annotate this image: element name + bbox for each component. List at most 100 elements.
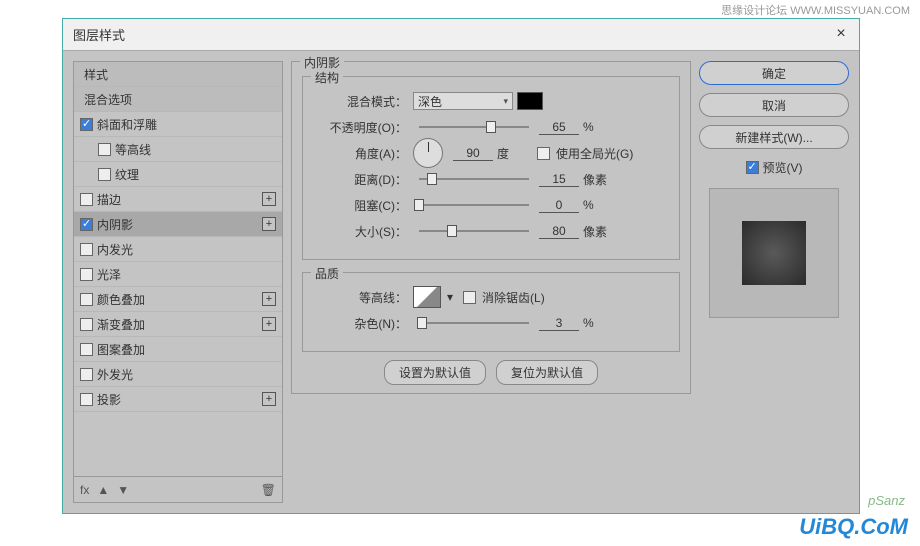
- antialias-label: 消除锯齿(L): [482, 289, 545, 306]
- style-checkbox[interactable]: [80, 368, 93, 381]
- style-item-2[interactable]: 纹理: [74, 162, 282, 187]
- dialog-title: 图层样式: [73, 25, 833, 44]
- blend-mode-label: 混合模式：: [317, 93, 407, 110]
- titlebar: 图层样式 ×: [63, 19, 859, 51]
- trash-icon[interactable]: 🗑: [261, 483, 276, 497]
- quality-group: 品质 等高线： ▾ 消除锯齿(L) 杂色(N)： 3 %: [302, 272, 680, 352]
- style-item-0[interactable]: 斜面和浮雕: [74, 112, 282, 137]
- settings-panel: 内阴影 结构 混合模式： 深色▾ 不透明度(O)： 65 %: [291, 61, 691, 503]
- style-checkbox[interactable]: [80, 118, 93, 131]
- style-label: 等高线: [115, 141, 276, 158]
- preview-checkbox[interactable]: [746, 161, 759, 174]
- contour-label: 等高线：: [317, 289, 407, 306]
- styles-header[interactable]: 样式: [74, 62, 282, 87]
- style-item-9[interactable]: 图案叠加: [74, 337, 282, 362]
- new-style-button[interactable]: 新建样式(W)...: [699, 125, 849, 149]
- add-effect-icon[interactable]: +: [262, 392, 276, 406]
- style-label: 光泽: [97, 266, 276, 283]
- style-checkbox[interactable]: [80, 343, 93, 356]
- style-label: 内发光: [97, 241, 276, 258]
- reset-default-button[interactable]: 复位为默认值: [496, 360, 598, 385]
- choke-label: 阻塞(C)：: [317, 197, 407, 214]
- angle-label: 角度(A)：: [317, 145, 407, 162]
- fx-icon[interactable]: fx: [80, 483, 89, 497]
- size-slider[interactable]: [419, 224, 529, 238]
- style-checkbox[interactable]: [98, 168, 111, 181]
- style-item-4[interactable]: 内阴影+: [74, 212, 282, 237]
- blend-mode-select[interactable]: 深色▾: [413, 92, 513, 110]
- move-up-icon[interactable]: ▲: [97, 483, 109, 497]
- style-checkbox[interactable]: [80, 293, 93, 306]
- preview-swatch: [742, 221, 806, 285]
- distance-slider[interactable]: [419, 172, 529, 186]
- distance-label: 距离(D)：: [317, 171, 407, 188]
- add-effect-icon[interactable]: +: [262, 217, 276, 231]
- style-label: 投影: [97, 391, 262, 408]
- ok-button[interactable]: 确定: [699, 61, 849, 85]
- style-label: 纹理: [115, 166, 276, 183]
- angle-value[interactable]: 90: [453, 146, 493, 161]
- watermark-top: 思缘设计论坛 WWW.MISSYUAN.COM: [721, 2, 910, 18]
- close-button[interactable]: ×: [833, 27, 849, 43]
- add-effect-icon[interactable]: +: [262, 317, 276, 331]
- watermark-psanz: pSanz: [868, 493, 905, 508]
- shadow-color-swatch[interactable]: [517, 92, 543, 110]
- distance-value[interactable]: 15: [539, 172, 579, 187]
- choke-value[interactable]: 0: [539, 198, 579, 213]
- noise-label: 杂色(N)：: [317, 315, 407, 332]
- style-item-5[interactable]: 内发光: [74, 237, 282, 262]
- style-item-3[interactable]: 描边+: [74, 187, 282, 212]
- antialias-checkbox[interactable]: [463, 291, 476, 304]
- size-value[interactable]: 80: [539, 224, 579, 239]
- preview-box: [709, 188, 839, 318]
- watermark-uibq: UiBQ.CoM: [799, 514, 908, 540]
- blend-options-header[interactable]: 混合选项: [74, 87, 282, 112]
- style-checkbox[interactable]: [80, 243, 93, 256]
- noise-slider[interactable]: [419, 316, 529, 330]
- style-item-7[interactable]: 颜色叠加+: [74, 287, 282, 312]
- choke-slider[interactable]: [419, 198, 529, 212]
- style-label: 内阴影: [97, 216, 262, 233]
- style-checkbox[interactable]: [80, 268, 93, 281]
- opacity-label: 不透明度(O)：: [317, 119, 407, 136]
- chevron-down-icon: ▾: [503, 96, 508, 107]
- global-light-checkbox[interactable]: [537, 147, 550, 160]
- style-label: 渐变叠加: [97, 316, 262, 333]
- opacity-slider[interactable]: [419, 120, 529, 134]
- noise-value[interactable]: 3: [539, 316, 579, 331]
- style-item-11[interactable]: 投影+: [74, 387, 282, 412]
- style-checkbox[interactable]: [80, 393, 93, 406]
- style-checkbox[interactable]: [80, 218, 93, 231]
- styles-sidebar: 样式 混合选项 斜面和浮雕等高线纹理描边+内阴影+内发光光泽颜色叠加+渐变叠加+…: [73, 61, 283, 503]
- structure-group: 结构 混合模式： 深色▾ 不透明度(O)： 65 % 角度(A)：: [302, 76, 680, 260]
- style-label: 外发光: [97, 366, 276, 383]
- add-effect-icon[interactable]: +: [262, 192, 276, 206]
- right-panel: 确定 取消 新建样式(W)... 预览(V): [699, 61, 849, 503]
- layer-style-dialog: 图层样式 × 样式 混合选项 斜面和浮雕等高线纹理描边+内阴影+内发光光泽颜色叠…: [62, 18, 860, 514]
- inner-shadow-group: 内阴影 结构 混合模式： 深色▾ 不透明度(O)： 65 %: [291, 61, 691, 394]
- cancel-button[interactable]: 取消: [699, 93, 849, 117]
- contour-picker[interactable]: [413, 286, 441, 308]
- preview-label: 预览(V): [763, 159, 803, 176]
- add-effect-icon[interactable]: +: [262, 292, 276, 306]
- style-label: 图案叠加: [97, 341, 276, 358]
- chevron-down-icon[interactable]: ▾: [447, 290, 453, 304]
- style-item-6[interactable]: 光泽: [74, 262, 282, 287]
- style-checkbox[interactable]: [98, 143, 111, 156]
- style-label: 颜色叠加: [97, 291, 262, 308]
- style-item-1[interactable]: 等高线: [74, 137, 282, 162]
- style-checkbox[interactable]: [80, 193, 93, 206]
- size-label: 大小(S)：: [317, 223, 407, 240]
- styles-list: 样式 混合选项 斜面和浮雕等高线纹理描边+内阴影+内发光光泽颜色叠加+渐变叠加+…: [73, 61, 283, 477]
- sidebar-footer: fx ▲ ▼ 🗑: [73, 477, 283, 503]
- style-checkbox[interactable]: [80, 318, 93, 331]
- move-down-icon[interactable]: ▼: [117, 483, 129, 497]
- style-item-8[interactable]: 渐变叠加+: [74, 312, 282, 337]
- style-label: 描边: [97, 191, 262, 208]
- opacity-value[interactable]: 65: [539, 120, 579, 135]
- style-item-10[interactable]: 外发光: [74, 362, 282, 387]
- angle-dial[interactable]: [413, 138, 443, 168]
- style-label: 斜面和浮雕: [97, 116, 276, 133]
- make-default-button[interactable]: 设置为默认值: [384, 360, 486, 385]
- global-light-label: 使用全局光(G): [556, 145, 633, 162]
